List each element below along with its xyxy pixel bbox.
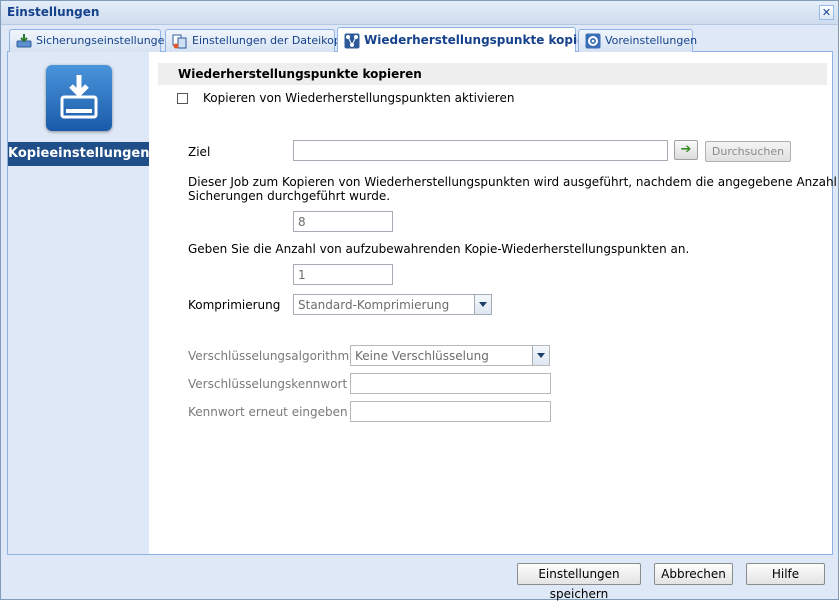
file-copy-icon xyxy=(172,33,188,49)
tab-label: Voreinstellungen xyxy=(605,34,698,47)
job-description: Dieser Job zum Kopieren von Wiederherste… xyxy=(188,175,839,189)
content-area: Kopieeinstellungen Wiederherstellungspun… xyxy=(7,52,839,555)
close-button[interactable]: ✕ xyxy=(819,5,834,20)
tab-voreinstellungen[interactable]: Voreinstellungen xyxy=(578,29,697,52)
tab-label: Sicherungseinstellungen xyxy=(36,34,172,47)
go-button[interactable]: ➔ xyxy=(674,140,698,160)
recovery-points-copy-icon xyxy=(344,33,360,49)
enable-copy-checkbox[interactable] xyxy=(177,93,188,104)
encryption-algo-label: Verschlüsselungsalgorithmus xyxy=(188,349,364,363)
encryption-algo-value: Keine Verschlüsselung xyxy=(355,349,489,363)
job-description-2: Sicherungen durchgeführt wurde. xyxy=(188,189,391,203)
title-bar: Einstellungen ✕ xyxy=(1,1,838,25)
browse-button[interactable]: Durchsuchen xyxy=(705,141,791,162)
section-title: Wiederherstellungspunkte kopieren xyxy=(158,63,827,85)
help-button[interactable]: Hilfe xyxy=(746,563,825,585)
sidebar-item-kopieeinstellungen[interactable]: Kopieeinstellungen xyxy=(8,142,149,166)
encryption-pw2-label: Kennwort erneut eingeben xyxy=(188,405,348,419)
compression-label: Komprimierung xyxy=(188,298,281,312)
tab-strip: Sicherungseinstellungen Einstellungen de… xyxy=(7,27,833,53)
tab-dateikopie[interactable]: Einstellungen der Dateikopie xyxy=(165,29,351,52)
compression-value: Standard-Komprimierung xyxy=(298,298,450,312)
encryption-pw2-input[interactable] xyxy=(350,401,551,422)
chevron-down-icon[interactable] xyxy=(474,295,491,314)
arrow-right-icon: ➔ xyxy=(680,142,692,157)
preferences-gear-icon xyxy=(585,33,601,49)
ziel-input[interactable] xyxy=(293,140,668,161)
job-count-input[interactable]: 8 xyxy=(293,211,393,232)
encryption-pw-input[interactable] xyxy=(350,373,551,394)
window-title: Einstellungen xyxy=(7,5,100,19)
chevron-down-icon[interactable] xyxy=(532,346,549,365)
ziel-label: Ziel xyxy=(188,145,211,159)
save-button[interactable]: Einstellungen speichern xyxy=(517,563,641,601)
keep-count-input[interactable]: 1 xyxy=(293,264,393,285)
compression-select[interactable]: Standard-Komprimierung xyxy=(293,294,492,315)
tab-sicherungseinstellungen[interactable]: Sicherungseinstellungen xyxy=(9,29,171,52)
encryption-algo-select[interactable]: Keine Verschlüsselung xyxy=(350,345,550,366)
tab-wiederherstellungspunkte-kopieren[interactable]: Wiederherstellungspunkte kopieren xyxy=(337,27,608,53)
sidebar: Kopieeinstellungen xyxy=(8,52,149,554)
keep-description: Geben Sie die Anzahl von aufzubewahrende… xyxy=(188,242,690,256)
tab-label: Einstellungen der Dateikopie xyxy=(192,34,351,47)
enable-copy-label: Kopieren von Wiederherstellungspunkten a… xyxy=(203,91,515,105)
encryption-pw-label: Verschlüsselungskennwort xyxy=(188,377,348,391)
settings-window: Einstellungen ✕ Sicherungseinstellungen … xyxy=(0,0,839,601)
cancel-button[interactable]: Abbrechen xyxy=(654,563,733,585)
close-icon: ✕ xyxy=(821,6,832,19)
backup-settings-icon xyxy=(16,33,32,49)
copy-drive-icon xyxy=(46,65,112,131)
tab-label: Wiederherstellungspunkte kopieren xyxy=(364,33,608,47)
